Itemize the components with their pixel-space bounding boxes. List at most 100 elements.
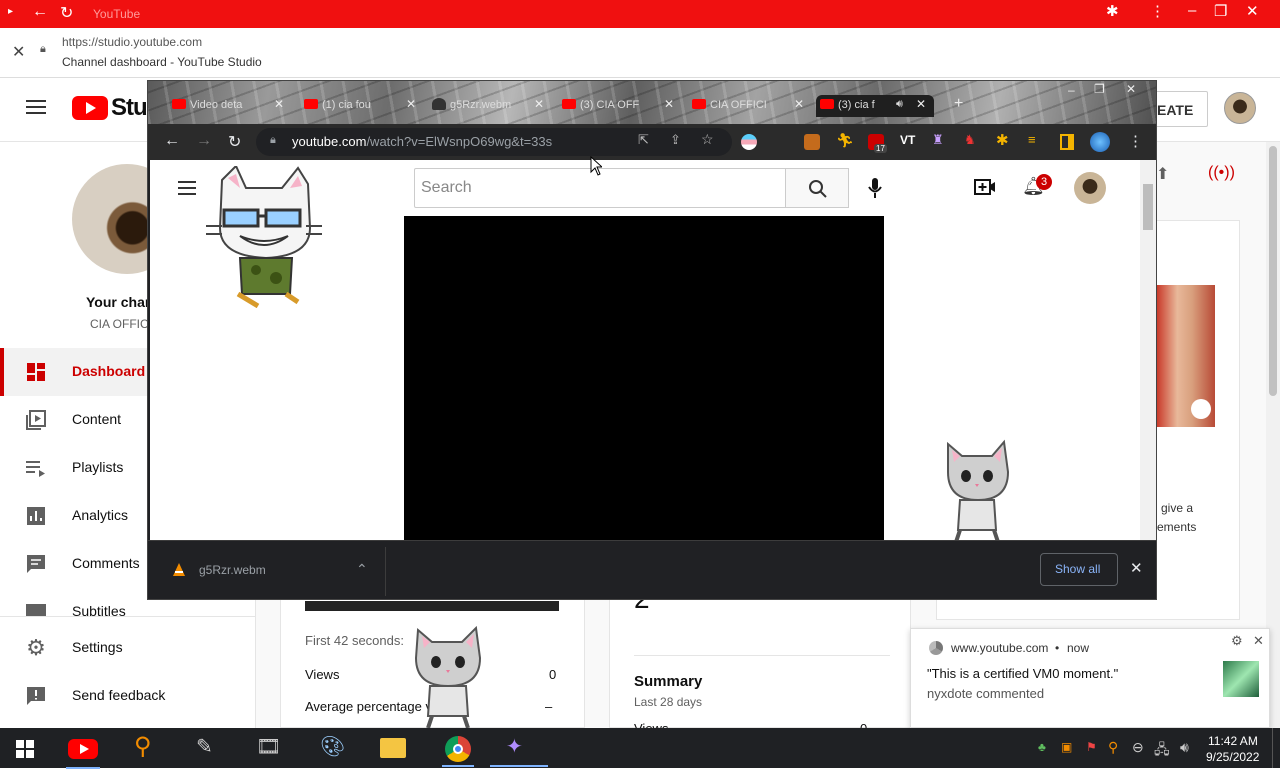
extension-runner-icon[interactable]: 🏃︎ bbox=[836, 132, 854, 149]
download-filename[interactable]: g5Rzr.webm bbox=[199, 563, 266, 577]
gear-icon[interactable]: ⚙ bbox=[1231, 633, 1243, 649]
url-path: /watch?v=ElWsnpO69wg&t=33s bbox=[366, 134, 553, 149]
taskbar-youtube-icon[interactable] bbox=[66, 734, 100, 769]
tab-close-icon[interactable]: ✕ bbox=[274, 97, 284, 111]
extension-paw-icon[interactable] bbox=[804, 134, 820, 150]
clock-time[interactable]: 11:42 AM bbox=[1208, 734, 1258, 748]
tray-security-icon[interactable]: ⚑ bbox=[1086, 740, 1097, 754]
sidebar-item-settings[interactable]: ⚙ Settings bbox=[0, 624, 256, 672]
video-thumbnail[interactable] bbox=[305, 601, 559, 611]
taskbar-film-icon[interactable]: 🎞︎ bbox=[256, 734, 281, 759]
hamburger-icon[interactable] bbox=[178, 181, 196, 183]
share-icon[interactable]: ⇪ bbox=[670, 132, 681, 148]
tab-label: (3) cia f bbox=[838, 99, 875, 111]
first-seconds-label: First 42 seconds: bbox=[305, 633, 404, 648]
tab-video-details[interactable]: Video deta ✕ bbox=[168, 95, 296, 117]
reload-icon[interactable]: ↻ bbox=[60, 3, 73, 23]
new-tab-icon[interactable]: + bbox=[954, 95, 963, 113]
audio-playing-icon[interactable]: 🔊︎ bbox=[896, 98, 903, 111]
show-all-button[interactable]: Show all bbox=[1040, 553, 1118, 586]
search-icon bbox=[809, 180, 827, 198]
taskbar-cat-app-icon[interactable]: ✦ bbox=[506, 734, 523, 759]
scrollbar-thumb[interactable] bbox=[1143, 184, 1153, 230]
clock-date[interactable]: 9/25/2022 bbox=[1206, 750, 1259, 764]
browser-menu-icon[interactable]: ⋮ bbox=[1128, 132, 1143, 150]
minimize-icon[interactable]: – bbox=[1188, 2, 1196, 19]
extension-wizard-icon[interactable]: ♜ bbox=[932, 132, 944, 148]
windows-start-icon[interactable] bbox=[16, 740, 34, 758]
tray-search-icon[interactable]: ⚲ bbox=[1108, 739, 1118, 756]
avatar[interactable] bbox=[1224, 92, 1256, 124]
menu-arrow-icon[interactable]: ▸ bbox=[8, 6, 13, 17]
sidebar-item-send-feedback[interactable]: Send feedback bbox=[0, 672, 256, 720]
tray-app-icon[interactable]: ♣ bbox=[1038, 740, 1046, 754]
tray-archive-icon[interactable]: ▣ bbox=[1061, 740, 1072, 754]
close-icon[interactable]: ✕ bbox=[1126, 82, 1136, 96]
omnibox-url[interactable]: youtube.com/watch?v=ElWsnpO69wg&t=33s bbox=[292, 134, 552, 149]
vlc-file-icon bbox=[173, 563, 185, 576]
live-icon[interactable]: ((•)) bbox=[1208, 164, 1235, 182]
taskbar-search-app-icon[interactable]: ⚲ bbox=[134, 732, 152, 761]
youtube-logo-icon[interactable] bbox=[72, 96, 108, 120]
avatar[interactable] bbox=[1074, 172, 1106, 204]
channel-label: Your char bbox=[86, 294, 151, 310]
profile-avatar-icon[interactable] bbox=[1090, 132, 1110, 152]
tray-network-icon[interactable]: 🖧︎ bbox=[1154, 739, 1170, 763]
tray-minus-icon[interactable]: ⊖ bbox=[1132, 739, 1144, 756]
extension-ublock-icon[interactable]: 17 bbox=[868, 134, 887, 153]
upload-icon[interactable]: ⬆ bbox=[1156, 164, 1169, 184]
notification-toast[interactable]: www.youtube.com • now ⚙ ✕ "This is a cer… bbox=[910, 628, 1270, 728]
search-button[interactable] bbox=[785, 168, 849, 208]
tab-cia-offici[interactable]: CIA OFFICI ✕ bbox=[688, 95, 816, 117]
tab-cia-off[interactable]: (3) CIA OFF ✕ bbox=[558, 95, 686, 117]
chevron-up-icon[interactable]: ⌃ bbox=[356, 561, 368, 578]
playlists-icon bbox=[26, 461, 45, 477]
tab-close-icon[interactable]: ✕ bbox=[534, 97, 544, 111]
create-video-icon[interactable] bbox=[974, 178, 996, 196]
video-player[interactable] bbox=[404, 216, 884, 540]
dashboard-icon bbox=[27, 363, 45, 381]
profile-flag-icon[interactable] bbox=[741, 134, 757, 150]
close-icon[interactable]: ✕ bbox=[1253, 633, 1264, 649]
back-icon[interactable]: ← bbox=[164, 132, 180, 150]
more-icon[interactable]: ⋮ bbox=[1150, 2, 1165, 20]
side-panel-icon[interactable] bbox=[1060, 134, 1074, 150]
views-value: 0 bbox=[549, 667, 557, 682]
restore-icon[interactable]: ❐ bbox=[1094, 82, 1105, 96]
extension-vt-icon[interactable]: VT bbox=[900, 133, 915, 147]
restore-icon[interactable]: ❐ bbox=[1214, 2, 1227, 20]
bookmark-star-icon[interactable]: ☆ bbox=[701, 131, 714, 148]
extensions-puzzle-icon[interactable]: ✱ bbox=[996, 131, 1009, 149]
close-icon[interactable]: ✕ bbox=[1246, 2, 1259, 20]
open-in-app-icon[interactable]: ⇱ bbox=[638, 132, 649, 148]
extensions-icon[interactable]: ✱ bbox=[1106, 2, 1119, 20]
close-downloads-icon[interactable]: ✕ bbox=[1130, 559, 1143, 577]
creator-thumbnail[interactable] bbox=[1157, 285, 1215, 427]
tab-cia-fou[interactable]: (1) cia fou ✕ bbox=[300, 95, 428, 117]
taskbar-paint-icon[interactable]: ✎ bbox=[196, 734, 213, 759]
media-controls-icon[interactable]: ≡ bbox=[1028, 132, 1036, 147]
tray-volume-icon[interactable]: 🔊︎ bbox=[1180, 739, 1189, 756]
taskbar-palette-icon[interactable]: 🎨︎ bbox=[320, 734, 345, 759]
back-icon[interactable]: ← bbox=[32, 3, 48, 21]
tab-active-cia-f[interactable]: (3) cia f 🔊︎ ✕ bbox=[816, 95, 934, 117]
tab-close-icon[interactable]: ✕ bbox=[406, 97, 416, 111]
subtitles-icon bbox=[26, 604, 46, 616]
tab-close-icon[interactable]: ✕ bbox=[664, 97, 674, 111]
show-desktop-button[interactable] bbox=[1272, 728, 1280, 768]
tab-g5rzr-webm[interactable]: g5Rzr.webm ✕ bbox=[428, 95, 556, 117]
minimize-icon[interactable]: – bbox=[1068, 83, 1075, 97]
hamburger-icon[interactable] bbox=[26, 100, 46, 102]
microphone-icon[interactable] bbox=[868, 178, 882, 200]
forward-icon[interactable]: → bbox=[196, 132, 212, 150]
close-popup-icon[interactable]: ✕ bbox=[12, 42, 25, 62]
tab-close-icon[interactable]: ✕ bbox=[794, 97, 804, 111]
taskbar-chrome-icon[interactable] bbox=[445, 736, 471, 762]
reload-icon[interactable]: ↻ bbox=[228, 132, 241, 152]
taskbar-file-explorer-icon[interactable] bbox=[380, 738, 406, 758]
show-all-label: Show all bbox=[1055, 562, 1101, 576]
tab-close-icon[interactable]: ✕ bbox=[916, 97, 926, 111]
extension-figure-icon[interactable]: ♞ bbox=[964, 132, 976, 148]
tab-label: (1) cia fou bbox=[322, 99, 371, 111]
page-scrollbar[interactable] bbox=[1140, 160, 1156, 540]
